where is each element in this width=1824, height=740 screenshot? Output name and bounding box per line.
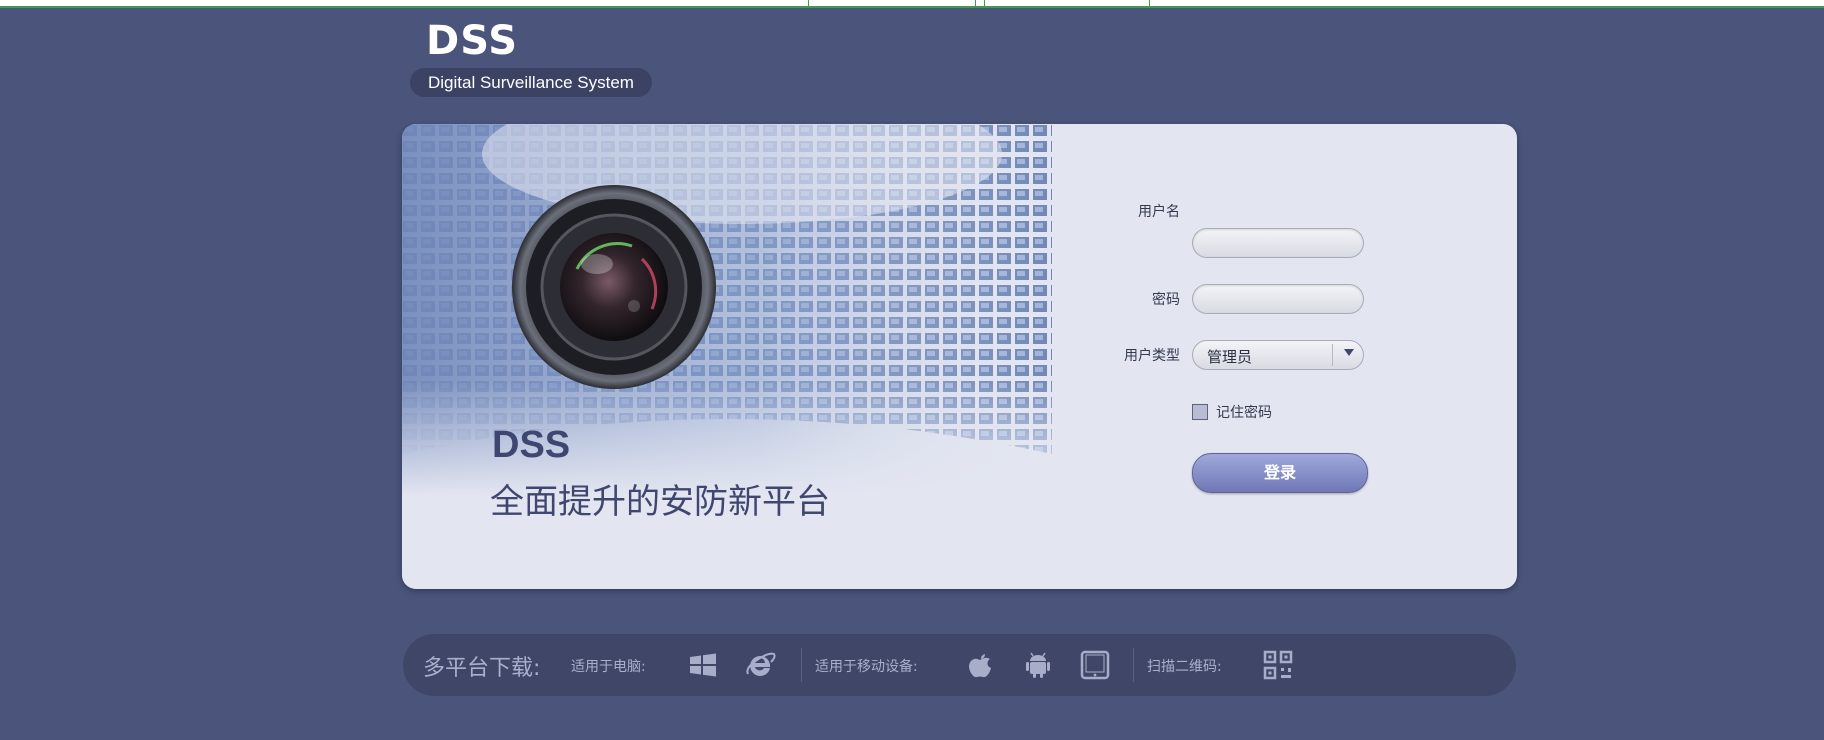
top-strip bbox=[0, 0, 1824, 8]
login-card: DSS 全面提升的安防新平台 用户名 密码 用户类型 管理员 记住密码 登录 bbox=[402, 124, 1517, 589]
usertype-label: 用户类型 bbox=[1124, 348, 1180, 364]
download-separator bbox=[1133, 648, 1134, 682]
username-field[interactable] bbox=[1192, 228, 1364, 259]
logo-title: DSS bbox=[426, 18, 519, 64]
pc-label: 适用于电脑: bbox=[571, 659, 646, 675]
top-strip-segment bbox=[984, 0, 1150, 7]
remember-label: 记住密码 bbox=[1216, 405, 1272, 421]
select-separator bbox=[1332, 344, 1333, 366]
username-input[interactable] bbox=[1207, 229, 1351, 259]
mobile-label: 适用于移动设备: bbox=[815, 659, 918, 675]
hero-slogan: 全面提升的安防新平台 bbox=[490, 482, 830, 522]
download-bar: 多平台下载: 适用于电脑: 适用于移动设备: 扫描二维码: bbox=[403, 634, 1516, 696]
chevron-down-icon[interactable] bbox=[1344, 349, 1354, 356]
username-label: 用户名 bbox=[1138, 204, 1180, 220]
download-title: 多平台下载: bbox=[423, 656, 541, 681]
password-input[interactable] bbox=[1207, 285, 1351, 315]
tablet-icon[interactable] bbox=[1078, 648, 1112, 682]
download-separator bbox=[801, 648, 802, 682]
ie-icon[interactable] bbox=[743, 648, 777, 682]
password-label: 密码 bbox=[1152, 292, 1180, 308]
password-field[interactable] bbox=[1192, 284, 1364, 315]
qr-label: 扫描二维码: bbox=[1147, 659, 1222, 675]
windows-icon[interactable] bbox=[686, 648, 720, 682]
apple-icon[interactable] bbox=[963, 648, 997, 682]
android-icon[interactable] bbox=[1021, 648, 1055, 682]
qr-code-icon[interactable] bbox=[1261, 648, 1295, 682]
hero-title: DSS bbox=[492, 424, 571, 466]
remember-password[interactable]: 记住密码 bbox=[1192, 402, 1272, 422]
login-button[interactable]: 登录 bbox=[1192, 453, 1368, 493]
logo-subtitle: Digital Surveillance System bbox=[410, 68, 652, 97]
usertype-select[interactable]: 管理员 bbox=[1192, 340, 1364, 370]
remember-checkbox[interactable] bbox=[1192, 404, 1208, 420]
usertype-value: 管理员 bbox=[1207, 348, 1253, 366]
top-strip-segment bbox=[808, 0, 976, 7]
